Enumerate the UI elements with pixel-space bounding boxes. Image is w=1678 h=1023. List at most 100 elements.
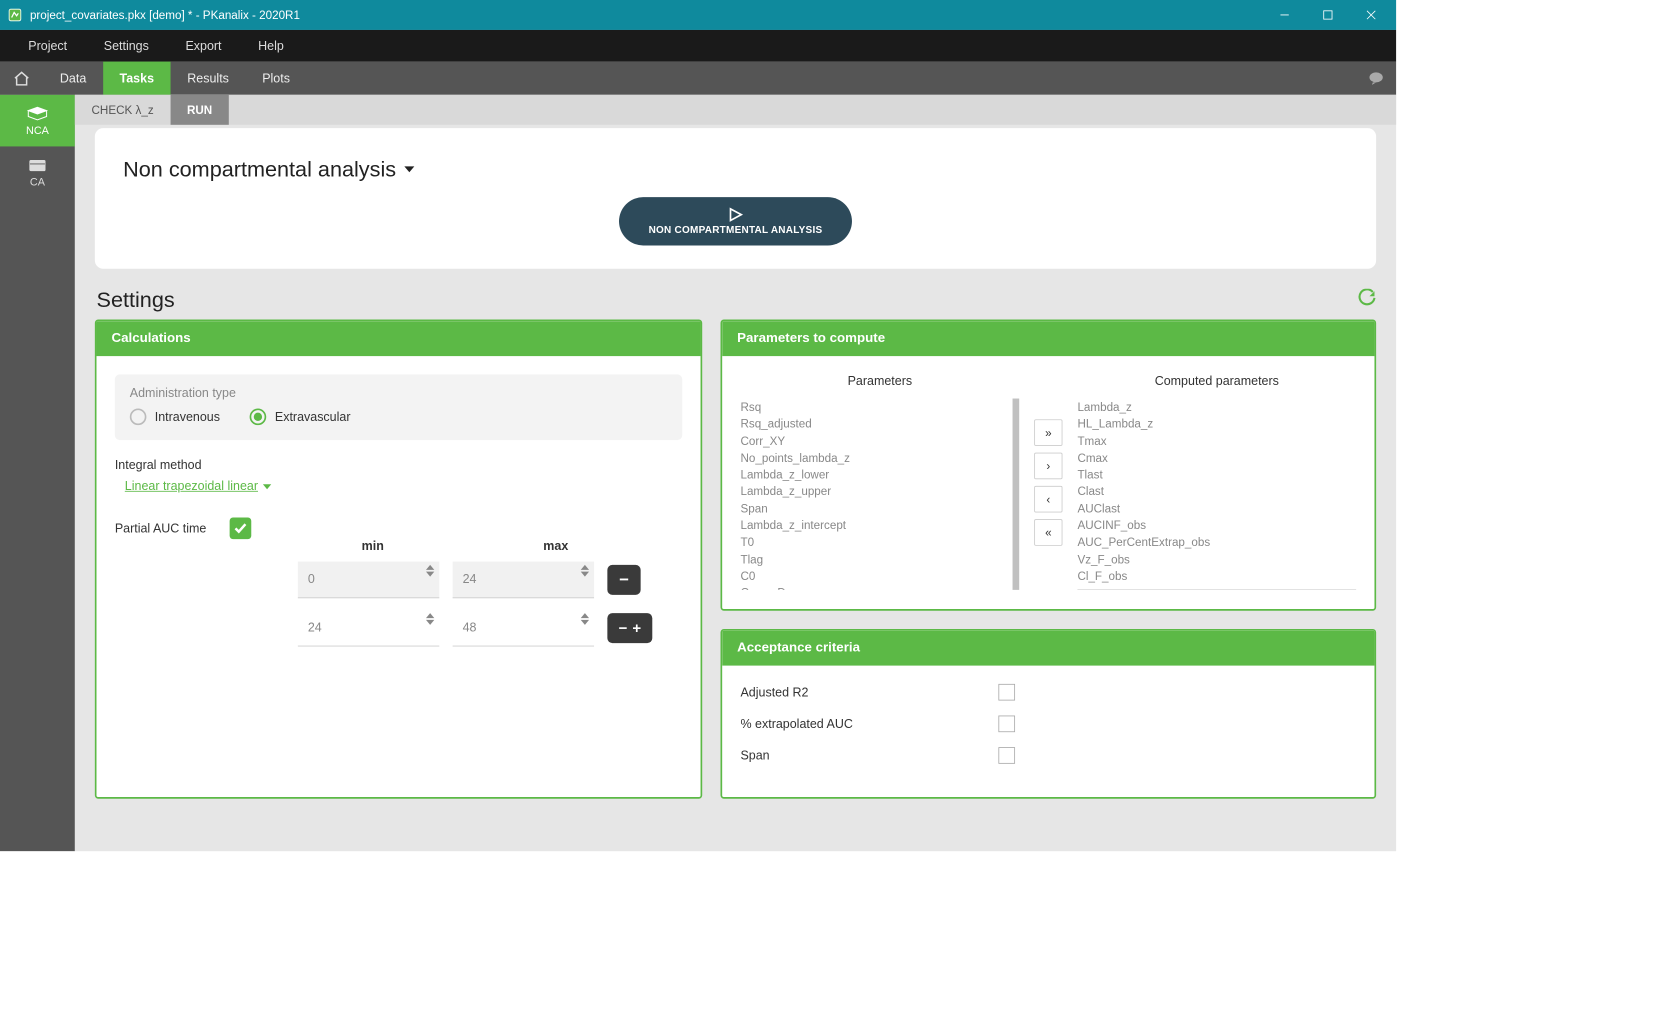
radio-extravascular[interactable]: Extravascular	[250, 409, 351, 426]
spin-up-icon[interactable]	[426, 613, 434, 618]
subtabs: CHECK λ_z RUN	[75, 95, 1396, 125]
param-item[interactable]: AUClast	[1077, 500, 1356, 517]
param-item[interactable]: Lambda_z_upper	[740, 483, 1007, 500]
card-header: Parameters to compute	[722, 321, 1374, 356]
param-item[interactable]: Vz_F_obs	[1077, 551, 1356, 568]
subtab-run[interactable]: RUN	[170, 95, 229, 125]
param-item[interactable]: AUCINF_obs	[1077, 517, 1356, 534]
sidebar-item-ca[interactable]: CA	[0, 146, 75, 198]
remove-row-button[interactable]: −	[607, 565, 640, 595]
close-button[interactable]	[1350, 0, 1393, 30]
sidebar-item-label: NCA	[26, 124, 49, 136]
spin-up-icon[interactable]	[426, 565, 434, 570]
param-item[interactable]: Cl_F_obs	[1077, 567, 1356, 584]
acceptance-checkbox[interactable]	[998, 684, 1015, 701]
param-item[interactable]: Tlag	[740, 551, 1007, 568]
tab-plots[interactable]: Plots	[246, 62, 307, 95]
menu-export[interactable]: Export	[167, 30, 240, 62]
acceptance-checkbox[interactable]	[998, 716, 1015, 733]
comment-button[interactable]	[1356, 62, 1396, 95]
menu-help[interactable]: Help	[240, 30, 302, 62]
parameters-card: Parameters to compute Parameters RsqRsq_…	[721, 319, 1377, 610]
acceptance-label: Span	[740, 748, 769, 762]
menu-settings[interactable]: Settings	[85, 30, 167, 62]
box-icon	[27, 157, 47, 172]
partial-auc-checkbox[interactable]	[230, 518, 252, 540]
param-item[interactable]: Rsq	[740, 399, 1007, 416]
admin-type-group: Administration type Intravenous Extravas…	[115, 374, 682, 440]
param-item[interactable]: Tlast	[1077, 466, 1356, 483]
param-item[interactable]: Lambda_z_lower	[740, 466, 1007, 483]
reset-icon	[1358, 289, 1376, 307]
param-item[interactable]: Lambda_z	[1077, 399, 1356, 416]
home-button[interactable]	[0, 62, 43, 95]
tabbar: Data Tasks Results Plots	[0, 62, 1396, 95]
param-item[interactable]: Cmax	[1077, 449, 1356, 466]
spin-up-icon[interactable]	[581, 565, 589, 570]
radio-intravenous[interactable]: Intravenous	[130, 409, 220, 426]
param-item[interactable]: Span	[740, 500, 1007, 517]
param-item[interactable]: Tmax	[1077, 432, 1356, 449]
move-all-right-button[interactable]: »	[1034, 419, 1062, 446]
tab-tasks[interactable]: Tasks	[103, 62, 171, 95]
acceptance-card: Acceptance criteria Adjusted R2% extrapo…	[721, 629, 1377, 799]
partial-auc-label: Partial AUC time	[115, 521, 207, 535]
param-item[interactable]: AUC_PerCentExtrap_obs	[1077, 534, 1356, 551]
integral-method-select[interactable]: Linear trapezoidal linear	[125, 479, 272, 493]
computed-params-col: Computed parameters Lambda_zHL_Lambda_zT…	[1077, 374, 1356, 590]
settings-heading: Settings	[97, 287, 175, 313]
sidebar-item-nca[interactable]: NCA	[0, 95, 75, 147]
spin-down-icon[interactable]	[581, 620, 589, 625]
app-window: project_covariates.pkx [demo] * - PKanal…	[0, 0, 1396, 851]
param-item[interactable]: Lambda_z_intercept	[740, 517, 1007, 534]
minimize-button[interactable]	[1263, 0, 1306, 30]
param-item[interactable]: HL_Lambda_z	[1077, 415, 1356, 432]
computed-params-list[interactable]: Lambda_zHL_Lambda_zTmaxCmaxTlastClastAUC…	[1077, 399, 1356, 585]
spin-down-icon[interactable]	[581, 572, 589, 577]
param-item[interactable]: T0	[740, 534, 1007, 551]
integral-method-label: Integral method	[115, 458, 682, 472]
tab-results[interactable]: Results	[171, 62, 246, 95]
integral-method-value: Linear trapezoidal linear	[125, 479, 258, 493]
add-remove-row-button[interactable]: −+	[607, 613, 652, 643]
auc-max-input[interactable]: 24	[453, 562, 594, 599]
move-left-button[interactable]: ‹	[1034, 486, 1062, 513]
spin-down-icon[interactable]	[426, 572, 434, 577]
menu-project[interactable]: Project	[10, 30, 85, 62]
radio-icon	[130, 409, 147, 426]
acceptance-row: Span	[740, 747, 1015, 764]
spin-up-icon[interactable]	[581, 613, 589, 618]
tab-data[interactable]: Data	[43, 62, 103, 95]
maximize-button[interactable]	[1306, 0, 1349, 30]
param-item[interactable]: Cmax_D	[740, 584, 1007, 590]
param-item[interactable]: Rsq_adjusted	[740, 415, 1007, 432]
acceptance-row: Adjusted R2	[740, 684, 1015, 701]
param-item[interactable]: No_points_lambda_z	[740, 449, 1007, 466]
auc-min-input[interactable]: 0	[298, 562, 439, 599]
param-item[interactable]: Corr_XY	[740, 432, 1007, 449]
col-max: max	[481, 539, 631, 553]
analysis-panel: Non compartmental analysis NON COMPARTME…	[95, 128, 1376, 269]
move-right-button[interactable]: ›	[1034, 453, 1062, 480]
page-heading[interactable]: Non compartmental analysis	[123, 156, 1349, 182]
sidebar-item-label: CA	[30, 175, 45, 187]
run-analysis-button[interactable]: NON COMPARTMENTAL ANALYSIS	[619, 197, 852, 245]
available-params-list[interactable]: RsqRsq_adjustedCorr_XYNo_points_lambda_z…	[740, 399, 1019, 590]
titlebar: project_covariates.pkx [demo] * - PKanal…	[0, 0, 1396, 30]
auc-min-input[interactable]: 24	[298, 610, 439, 647]
auc-max-input[interactable]: 48	[453, 610, 594, 647]
check-icon	[234, 522, 247, 534]
content: CHECK λ_z RUN Non compartmental analysis…	[75, 95, 1396, 851]
param-item[interactable]: C0	[740, 567, 1007, 584]
reset-button[interactable]	[1358, 289, 1376, 311]
acceptance-label: Adjusted R2	[740, 685, 808, 699]
param-item[interactable]: Clast	[1077, 483, 1356, 500]
card-header: Calculations	[97, 321, 701, 356]
col-heading: Computed parameters	[1077, 374, 1356, 388]
play-icon	[727, 207, 744, 222]
acceptance-checkbox[interactable]	[998, 747, 1015, 764]
move-all-left-button[interactable]: «	[1034, 519, 1062, 546]
spin-down-icon[interactable]	[426, 620, 434, 625]
page-heading-text: Non compartmental analysis	[123, 156, 396, 182]
subtab-check[interactable]: CHECK λ_z	[75, 95, 170, 125]
